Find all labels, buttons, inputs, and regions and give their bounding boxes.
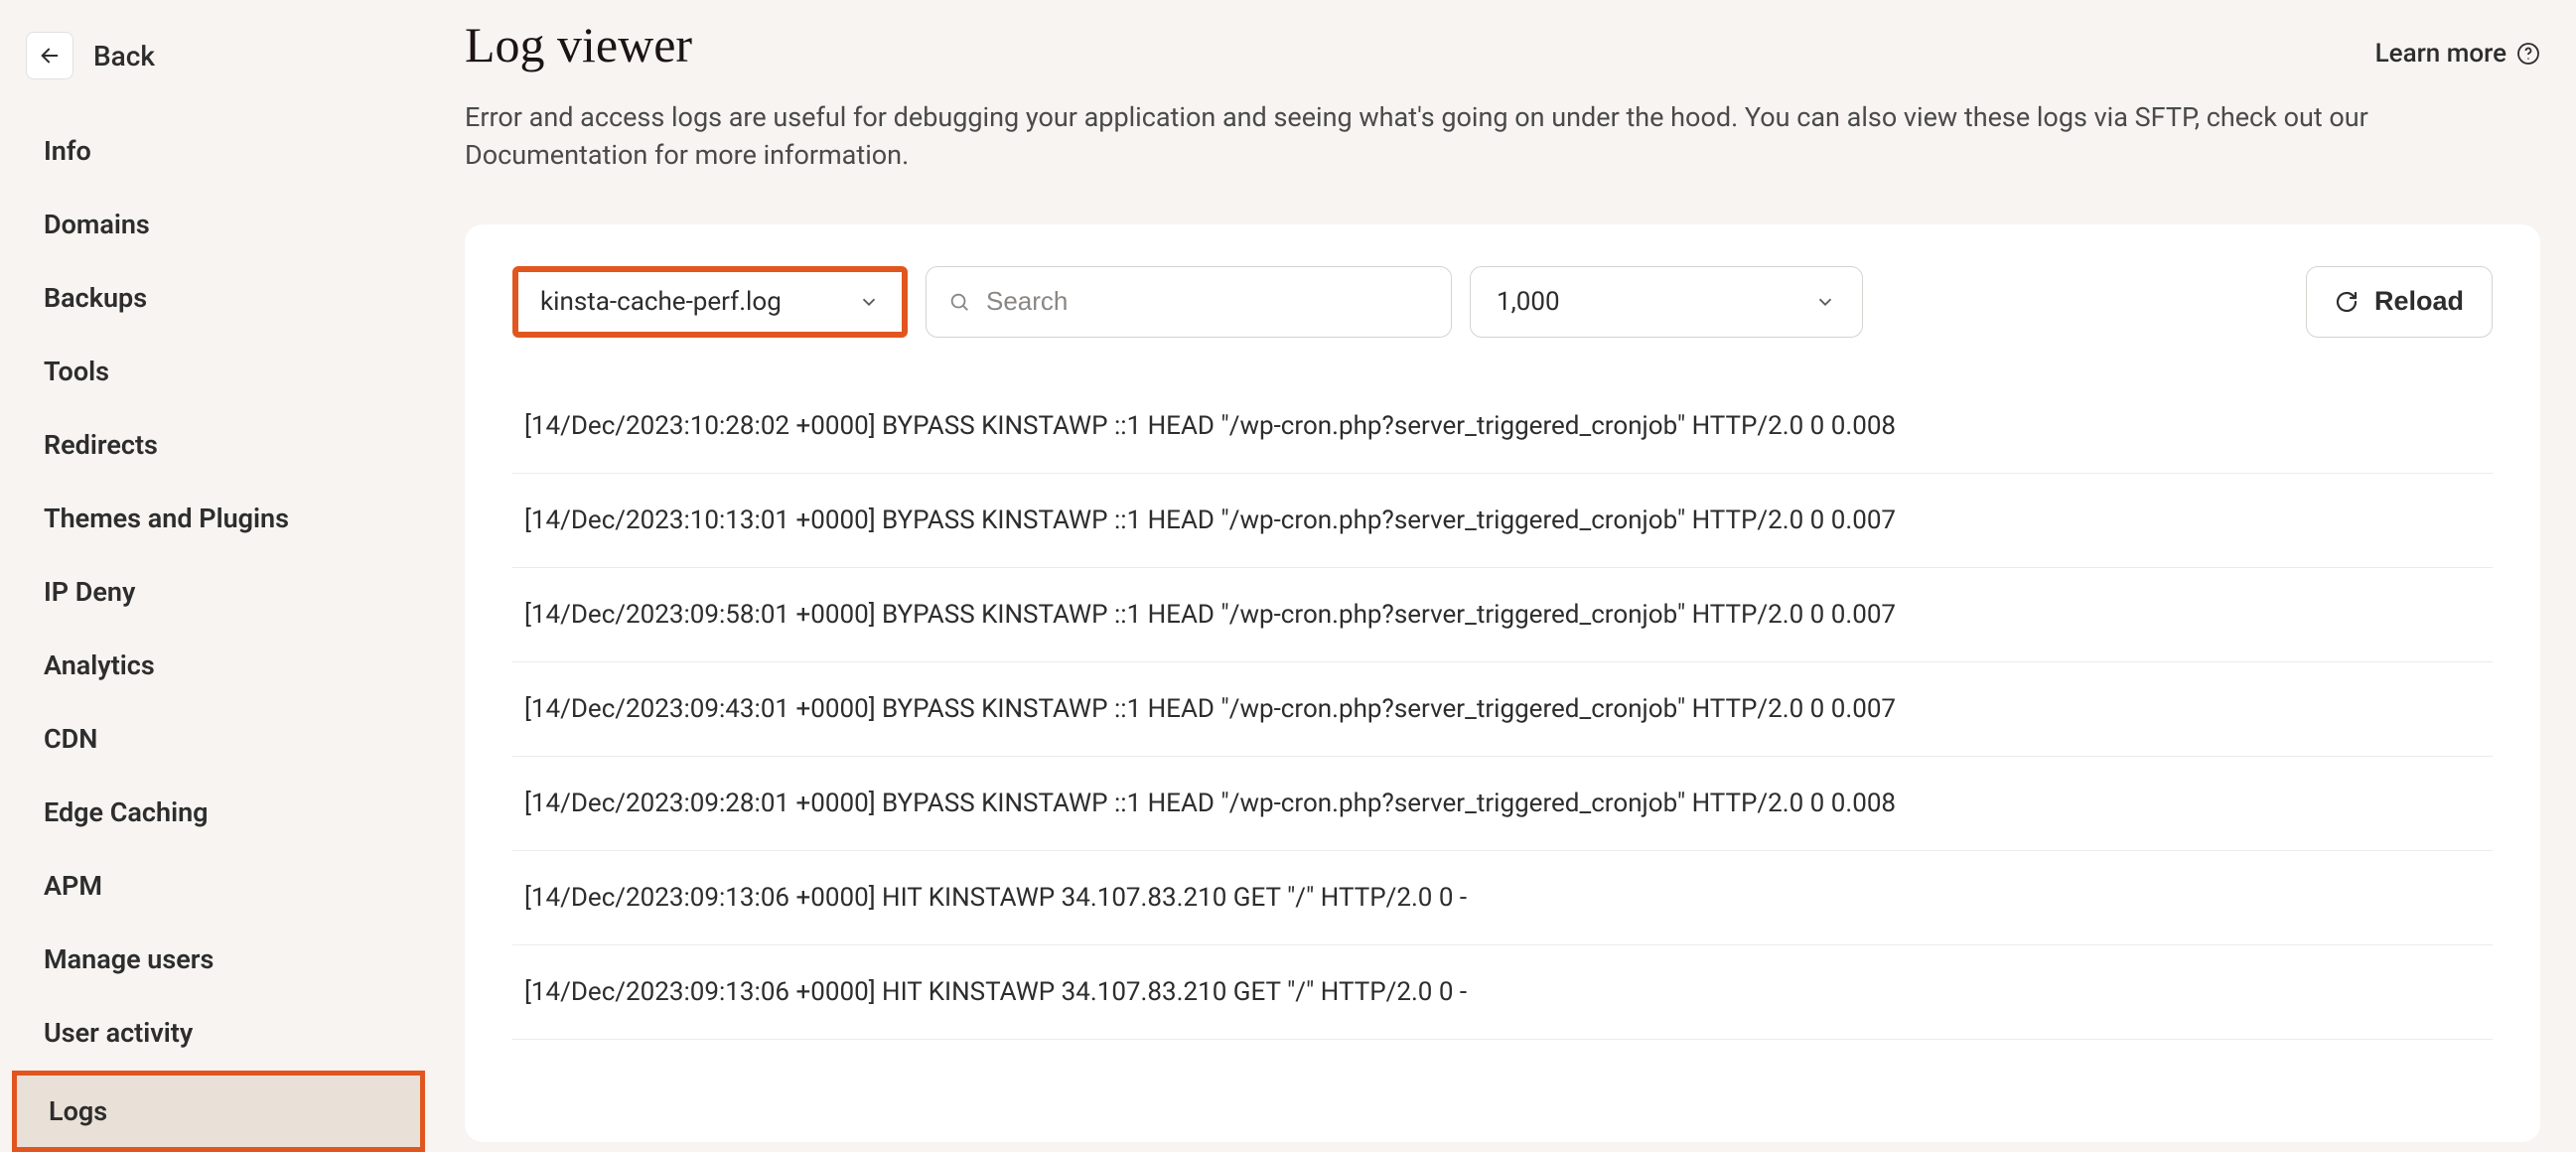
back-button[interactable] (26, 32, 73, 79)
search-box[interactable] (926, 266, 1452, 338)
sidebar-item-ip-deny[interactable]: IP Deny (12, 556, 425, 628)
sidebar-item-label: Domains (44, 209, 150, 240)
reload-icon (2335, 290, 2359, 314)
learn-more-link[interactable]: Learn more (2375, 39, 2540, 69)
log-file-select[interactable]: kinsta-cache-perf.log (512, 266, 908, 338)
back-row: Back (12, 24, 425, 107)
sidebar-item-user-activity[interactable]: User activity (12, 997, 425, 1069)
sidebar-item-manage-users[interactable]: Manage users (12, 924, 425, 995)
sidebar-item-analytics[interactable]: Analytics (12, 630, 425, 701)
sidebar-item-cdn[interactable]: CDN (12, 703, 425, 775)
log-row: [14/Dec/2023:10:13:01 +0000] BYPASS KINS… (512, 474, 2493, 568)
log-file-select-value: kinsta-cache-perf.log (540, 287, 782, 317)
sidebar-item-label: Themes and Plugins (44, 503, 289, 534)
page-title: Log viewer (465, 16, 692, 73)
sidebar-item-redirects[interactable]: Redirects (12, 409, 425, 481)
sidebar-item-edge-caching[interactable]: Edge Caching (12, 777, 425, 848)
sidebar-item-label: Info (44, 135, 91, 167)
log-row: [14/Dec/2023:09:13:06 +0000] HIT KINSTAW… (512, 851, 2493, 945)
sidebar-item-label: IP Deny (44, 576, 135, 608)
sidebar-item-label: Manage users (44, 943, 214, 975)
log-row: [14/Dec/2023:09:13:06 +0000] HIT KINSTAW… (512, 945, 2493, 1040)
log-row: [14/Dec/2023:09:43:01 +0000] BYPASS KINS… (512, 662, 2493, 757)
sidebar-item-label: Analytics (44, 649, 155, 681)
log-row: [14/Dec/2023:09:28:01 +0000] BYPASS KINS… (512, 757, 2493, 851)
sidebar-item-info[interactable]: Info (12, 115, 425, 187)
reload-label: Reload (2374, 286, 2464, 317)
help-circle-icon (2516, 42, 2540, 66)
sidebar-item-label: Backups (44, 282, 147, 314)
log-panel: kinsta-cache-perf.log 1,000 Reload (465, 224, 2540, 1142)
sidebar-item-label: User activity (44, 1017, 193, 1049)
sidebar-item-label: Logs (49, 1095, 107, 1127)
controls-row: kinsta-cache-perf.log 1,000 Reload (512, 266, 2493, 338)
sidebar: Back Info Domains Backups Tools Redirect… (0, 0, 437, 1142)
reload-button[interactable]: Reload (2306, 266, 2493, 338)
sidebar-item-label: APM (44, 870, 102, 902)
arrow-left-icon (39, 45, 61, 67)
search-icon (948, 291, 970, 313)
back-label[interactable]: Back (93, 40, 155, 72)
main: Log viewer Learn more Error and access l… (437, 0, 2576, 1142)
sidebar-item-label: CDN (44, 723, 97, 755)
sidebar-item-themes-plugins[interactable]: Themes and Plugins (12, 483, 425, 554)
sidebar-item-label: Edge Caching (44, 796, 209, 828)
row-count-value: 1,000 (1497, 287, 1560, 317)
chevron-down-icon (1814, 291, 1836, 313)
log-list: [14/Dec/2023:10:28:02 +0000] BYPASS KINS… (512, 379, 2493, 1040)
log-row: [14/Dec/2023:09:58:01 +0000] BYPASS KINS… (512, 568, 2493, 662)
sidebar-item-backups[interactable]: Backups (12, 262, 425, 334)
page-description: Error and access logs are useful for deb… (465, 99, 2540, 175)
row-count-select[interactable]: 1,000 (1470, 266, 1863, 338)
sidebar-item-tools[interactable]: Tools (12, 336, 425, 407)
sidebar-nav: Info Domains Backups Tools Redirects The… (12, 115, 425, 1152)
sidebar-item-apm[interactable]: APM (12, 850, 425, 922)
sidebar-item-domains[interactable]: Domains (12, 189, 425, 260)
sidebar-item-label: Redirects (44, 429, 158, 461)
sidebar-item-label: Tools (44, 356, 109, 387)
header-row: Log viewer Learn more (465, 16, 2540, 73)
learn-more-label: Learn more (2375, 39, 2506, 69)
chevron-down-icon (858, 291, 880, 313)
search-input[interactable] (986, 286, 1429, 317)
log-row: [14/Dec/2023:10:28:02 +0000] BYPASS KINS… (512, 379, 2493, 474)
sidebar-item-logs[interactable]: Logs (12, 1071, 425, 1152)
